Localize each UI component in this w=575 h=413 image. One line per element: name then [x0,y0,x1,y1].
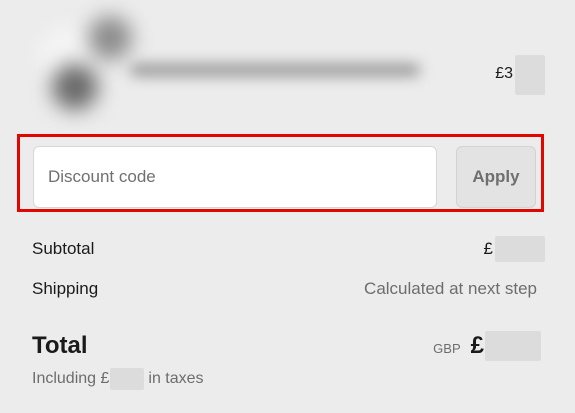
apply-discount-button[interactable]: Apply [456,146,536,208]
order-line-item: £3 [30,10,545,120]
total-row: Total GBP £ [32,331,541,365]
shipping-label: Shipping [32,279,99,298]
total-currency-symbol: £ [470,332,484,359]
shipping-row: Shipping Calculated at next step [32,279,537,303]
total-value: GBP £ [433,331,541,361]
product-price: £3 [495,55,545,105]
total-amount-redacted [485,331,541,361]
taxes-amount-redacted [110,368,145,390]
total-currency-code: GBP [433,340,461,356]
product-price-symbol: £3 [495,65,513,82]
total-label: Total [32,332,88,359]
taxes-prefix: Including £ [32,370,110,387]
subtotal-amount-redacted [495,236,545,262]
shipping-value: Calculated at next step [364,279,537,298]
discount-code-input[interactable] [33,146,437,208]
subtotal-currency-symbol: £ [483,239,493,258]
taxes-suffix: in taxes [148,370,204,387]
subtotal-label: Subtotal [32,239,95,258]
taxes-note: Including £ in taxes [32,368,204,390]
product-name-blurred [130,58,420,84]
product-thumbnail [38,16,134,112]
subtotal-row: Subtotal £ [32,236,545,265]
discount-code-form: Apply [33,146,536,208]
subtotal-value: £ [483,236,545,262]
product-price-redacted [515,55,545,95]
